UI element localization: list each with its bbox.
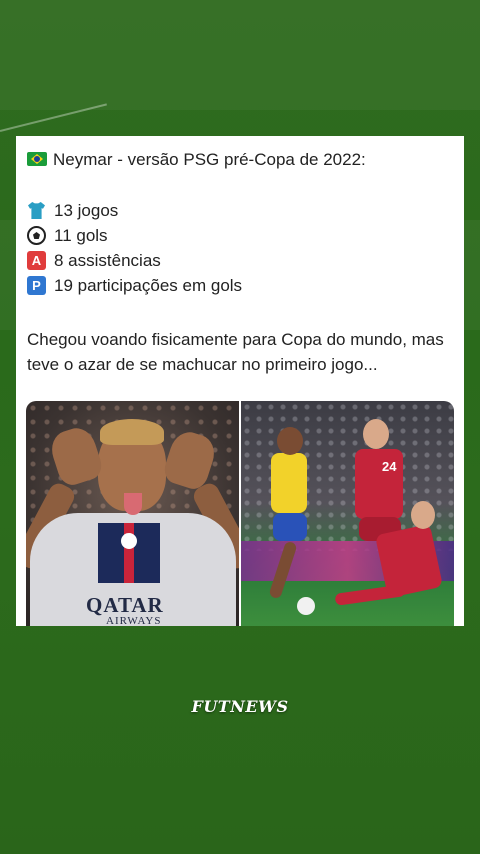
shirt-icon — [27, 201, 46, 220]
stat-games: 13 jogos — [27, 198, 242, 223]
serbia-player-head — [363, 419, 389, 449]
psg-badge-icon — [121, 533, 137, 549]
stat-assists: A 8 assistências — [27, 248, 242, 273]
shirt-number: 24 — [382, 459, 397, 474]
brazil-player-shorts — [273, 513, 307, 541]
futnews-watermark: FUTNEWS — [191, 697, 289, 716]
stat-participations-text: 19 participações em gols — [54, 275, 243, 295]
soccer-ball-icon — [27, 226, 46, 245]
stat-games-text: 13 jogos — [54, 200, 119, 220]
stat-goals: 11 gols — [27, 223, 242, 248]
post-body: Chegou voando fisicamente para Copa do m… — [27, 330, 444, 374]
stat-participations: P 19 participações em gols — [27, 273, 242, 298]
jersey-stripe — [98, 523, 160, 583]
stat-assists-text: 8 assistências — [54, 250, 161, 270]
brazil-player-head — [277, 427, 303, 455]
brazil-flag-icon — [27, 152, 47, 166]
player-tongue — [124, 493, 142, 515]
brazil-match-photo[interactable]: 24 — [241, 401, 454, 626]
sliding-player-head — [411, 501, 435, 529]
letter-p-icon: P — [27, 276, 46, 295]
letter-a-icon: A — [27, 251, 46, 270]
post-title-text: Neymar - versão PSG pré-Copa de 2022: — [53, 150, 366, 169]
brazil-player-shirt — [271, 453, 307, 513]
background-stripe — [0, 0, 480, 110]
post-title: Neymar - versão PSG pré-Copa de 2022: — [27, 150, 366, 170]
stats-list: 13 jogos 11 gols A 8 assistências P 19 p… — [27, 198, 242, 298]
sponsor-sub-text: AIRWAYS — [106, 615, 162, 626]
photo-collage[interactable]: QATAR AIRWAYS 24 — [26, 401, 454, 626]
stat-goals-text: 11 gols — [54, 225, 108, 245]
neymar-psg-photo[interactable]: QATAR AIRWAYS — [26, 401, 239, 626]
soccer-ball — [297, 597, 315, 615]
player-hair — [100, 419, 164, 445]
post-card: Neymar - versão PSG pré-Copa de 2022: 13… — [16, 136, 464, 626]
